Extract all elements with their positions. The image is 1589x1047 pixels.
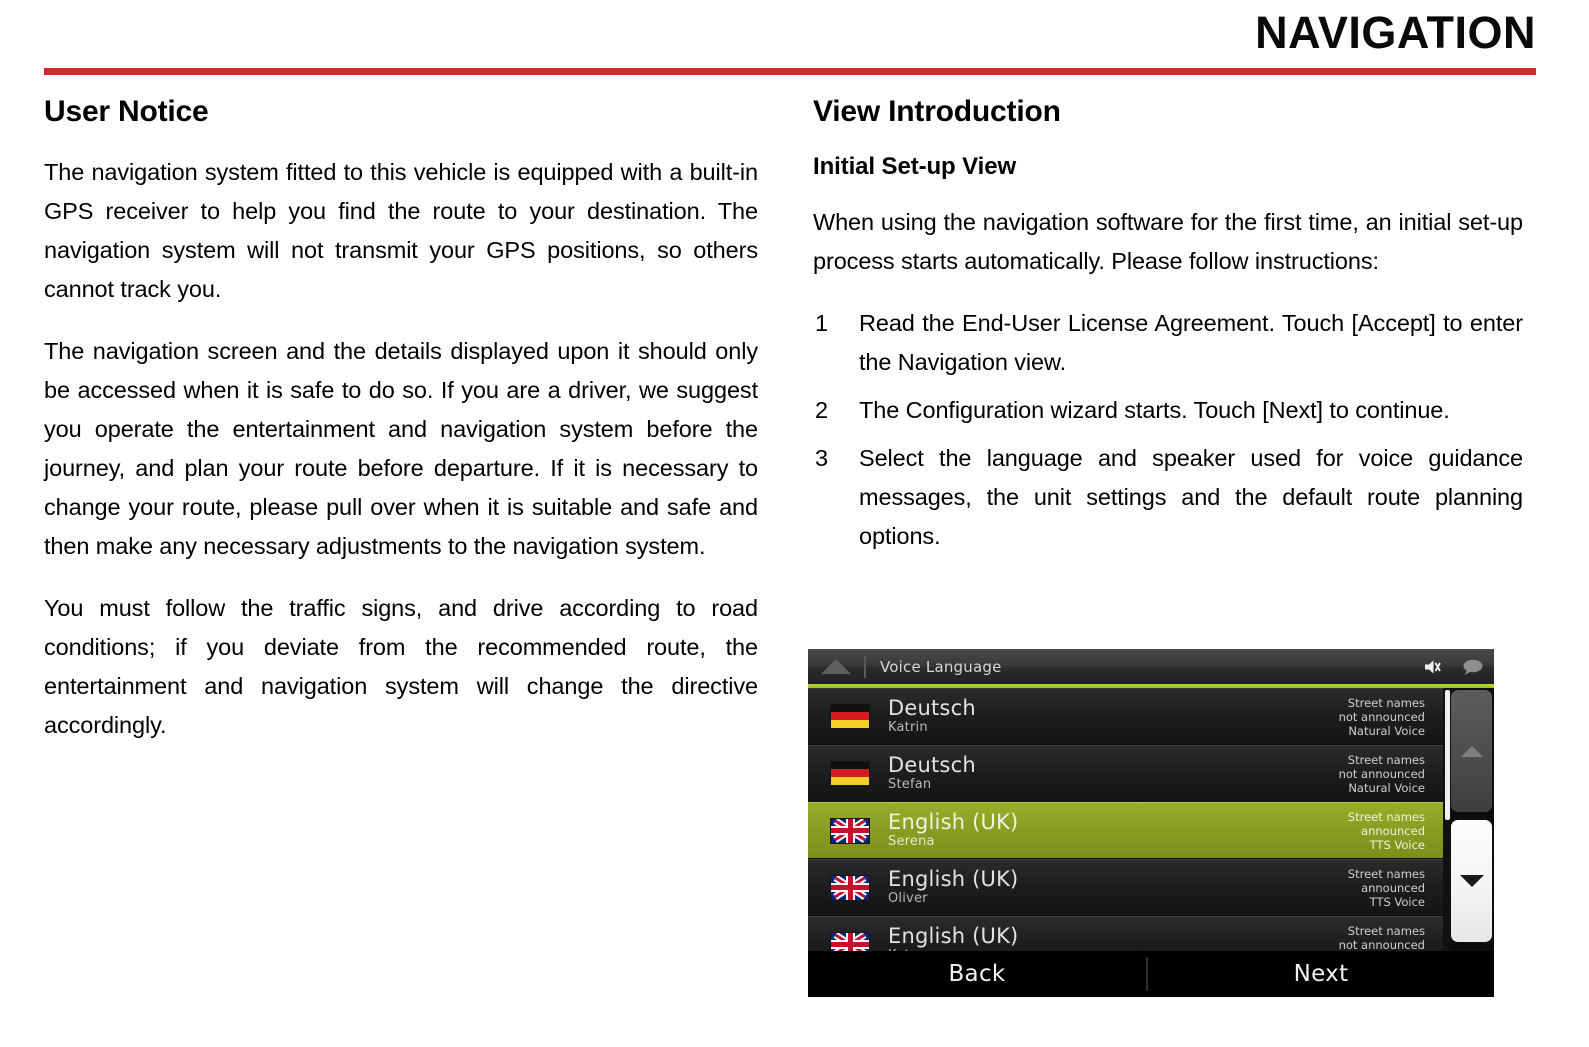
list-item-meta-line-2: announced [1361, 880, 1425, 895]
scrollbar-thumb[interactable] [1445, 690, 1450, 820]
setup-step-3-number: 3 [815, 445, 828, 471]
list-item[interactable]: English (UK) Kate Street names not annou… [808, 916, 1443, 951]
list-item-labels: English (UK) Oliver [888, 868, 1348, 907]
setup-step-3: 3 Select the language and speaker used f… [813, 439, 1523, 556]
list-item-labels: English (UK) Serena [888, 811, 1348, 850]
back-button[interactable]: Back [808, 951, 1146, 997]
flag-united-kingdom-icon [830, 817, 870, 844]
right-column: View Introduction Initial Set-up View Wh… [813, 95, 1523, 565]
list-item[interactable]: Deutsch Stefan Street names not announce… [808, 745, 1443, 801]
user-notice-paragraph-2: The navigation screen and the details di… [44, 338, 758, 559]
user-notice-heading: User Notice [44, 95, 209, 128]
list-item-meta-line-1: Street names [1347, 695, 1425, 710]
voice-language-list[interactable]: Deutsch Katrin Street names not announce… [808, 688, 1443, 951]
page-title: NAVIGATION [1255, 7, 1536, 58]
list-item-language: Deutsch [888, 753, 976, 777]
initial-setup-intro-paragraph: When using the navigation software for t… [813, 209, 1523, 274]
setup-step-1: 1 Read the End-User License Agreement. T… [813, 304, 1523, 382]
setup-step-2-text: The Configuration wizard starts. Touch [… [859, 397, 1450, 423]
list-item-labels: Deutsch Stefan [888, 754, 1339, 793]
list-item-meta: Street names not announced Natural Voice [1339, 924, 1425, 952]
list-item-language: English (UK) [888, 867, 1019, 891]
setup-step-2-number: 2 [815, 397, 828, 423]
list-item-meta: Street names announced TTS Voice [1348, 810, 1425, 852]
list-item-speaker: Stefan [888, 777, 932, 792]
list-item-language: English (UK) [888, 810, 1019, 834]
list-item-meta-line-3: Natural Voice [1348, 780, 1425, 795]
list-item-speaker: Katrin [888, 720, 928, 735]
list-item-meta: Street names announced TTS Voice [1348, 867, 1425, 909]
list-item-meta-line-2: not announced [1338, 937, 1425, 952]
list-item-speaker: Serena [888, 834, 935, 849]
list-item-meta-line-2: not announced [1338, 709, 1425, 724]
list-item-labels: English (UK) Kate [888, 924, 1339, 952]
titlebar-divider [864, 655, 866, 678]
setup-step-1-text: Read the End-User License Agreement. Tou… [859, 310, 1523, 375]
flag-germany-icon [830, 760, 870, 787]
list-item-meta: Street names not announced Natural Voice [1339, 753, 1425, 795]
setup-step-3-text: Select the language and speaker used for… [859, 445, 1523, 549]
setup-step-2: 2 The Configuration wizard starts. Touch… [813, 391, 1523, 430]
setup-step-1-number: 1 [815, 310, 828, 336]
list-item[interactable]: English (UK) Oliver Street names announc… [808, 859, 1443, 915]
setup-steps-list: 1 Read the End-User License Agreement. T… [813, 304, 1523, 556]
scrollbar-track[interactable] [1443, 688, 1451, 951]
list-item-meta-line-1: Street names [1347, 866, 1425, 881]
list-item-meta-line-3: TTS Voice [1369, 837, 1425, 852]
page-header: NAVIGATION [0, 0, 1589, 76]
list-item-meta-line-1: Street names [1347, 752, 1425, 767]
view-introduction-heading: View Introduction [813, 95, 1061, 128]
mute-speaker-icon[interactable] [1410, 649, 1452, 684]
header-rule [44, 68, 1536, 75]
device-body: Deutsch Katrin Street names not announce… [808, 688, 1494, 951]
list-item-selected[interactable]: English (UK) Serena Street names announc… [808, 802, 1443, 858]
scroll-buttons [1451, 688, 1494, 951]
left-column: User Notice The navigation system fitted… [44, 95, 758, 768]
list-item-meta-line-1: Street names [1347, 809, 1425, 824]
list-item-meta-line-3: TTS Voice [1369, 894, 1425, 909]
device-footer: Back Next [808, 951, 1494, 997]
triangle-down-icon [1459, 875, 1484, 887]
triangle-up-icon[interactable] [808, 649, 864, 684]
list-item-labels: Deutsch Katrin [888, 697, 1339, 736]
list-item-language: Deutsch [888, 696, 976, 720]
flag-united-kingdom-icon [830, 931, 870, 951]
device-screenshot-voice-language: Voice Language Deutsch Katrin Street nam… [808, 649, 1494, 997]
user-notice-paragraph-1: The navigation system fitted to this veh… [44, 159, 758, 302]
list-item-speaker: Oliver [888, 891, 928, 906]
device-screen-title: Voice Language [880, 657, 1002, 676]
next-button[interactable]: Next [1148, 951, 1494, 997]
device-titlebar: Voice Language [808, 649, 1494, 684]
scroll-up-button[interactable] [1451, 690, 1492, 812]
flag-united-kingdom-icon [830, 874, 870, 901]
flag-germany-icon [830, 703, 870, 730]
list-item[interactable]: Deutsch Katrin Street names not announce… [808, 688, 1443, 744]
speech-bubble-icon[interactable] [1452, 649, 1494, 684]
user-notice-paragraph-3: You must follow the traffic signs, and d… [44, 595, 758, 738]
scroll-down-button[interactable] [1451, 820, 1492, 942]
initial-setup-view-heading: Initial Set-up View [813, 153, 1017, 180]
list-item-meta: Street names not announced Natural Voice [1339, 696, 1425, 738]
list-item-meta-line-2: announced [1361, 823, 1425, 838]
list-item-meta-line-1: Street names [1347, 923, 1425, 938]
list-item-meta-line-3: Natural Voice [1348, 723, 1425, 738]
list-item-language: English (UK) [888, 924, 1019, 948]
triangle-up-icon [1460, 745, 1483, 757]
list-item-meta-line-2: not announced [1338, 766, 1425, 781]
